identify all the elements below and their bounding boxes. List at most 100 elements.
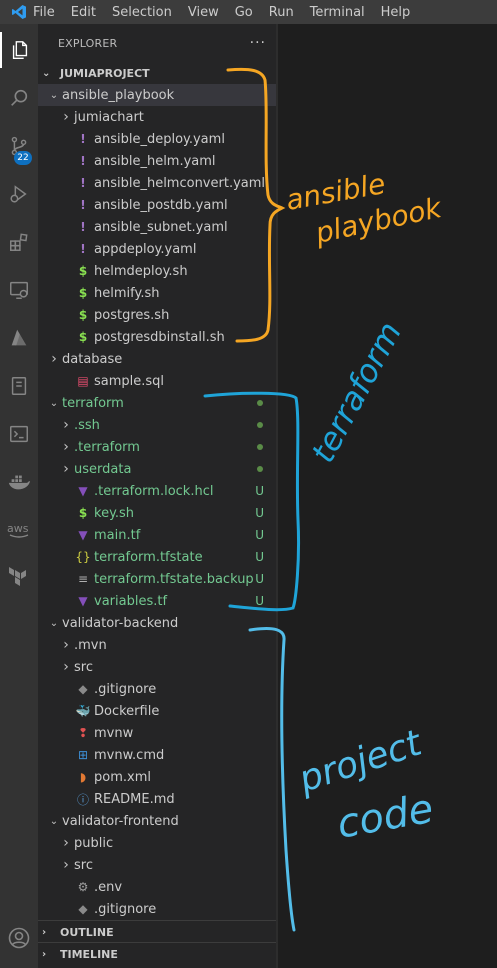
folder-item[interactable]: › .ssh — [38, 414, 278, 436]
chevron-right-icon: › — [63, 857, 69, 873]
folder-item[interactable]: › src — [38, 854, 278, 876]
item-label: ansible_helmconvert.yaml — [94, 175, 266, 191]
file-item[interactable]: $ helmify.sh — [38, 282, 278, 304]
folder-item[interactable]: ⌄ validator-frontend — [38, 810, 278, 832]
azure-icon[interactable] — [0, 320, 38, 356]
file-item[interactable]: ❢ mvnw — [38, 722, 278, 744]
project-section[interactable]: ⌄ JUMIAPROJECT — [38, 62, 278, 84]
menu-view[interactable]: View — [188, 5, 219, 20]
file-item[interactable]: ⚙ .env — [38, 876, 278, 898]
file-item[interactable]: ⓘ README.md — [38, 788, 278, 810]
menu-bar: File Edit Selection View Go Run Terminal… — [0, 0, 497, 24]
file-type-icon: ! — [80, 198, 86, 212]
folder-item[interactable]: ⌄ terraform — [38, 392, 278, 414]
file-type-icon: $ — [78, 506, 88, 520]
item-label: terraform.tfstate.backup — [94, 571, 254, 587]
explorer-icon[interactable] — [0, 32, 38, 68]
chevron-right-icon: › — [42, 948, 47, 960]
item-label: .gitignore — [94, 901, 157, 917]
folder-item[interactable]: ⌄ ansible_playbook — [38, 84, 278, 106]
file-item[interactable]: ! ansible_postdb.yaml — [38, 194, 278, 216]
file-type-icon: ! — [80, 132, 86, 146]
item-label: .gitignore — [94, 681, 157, 697]
file-item[interactable]: ! ansible_helmconvert.yaml — [38, 172, 278, 194]
explorer-sidebar: EXPLORER ··· ⌄ JUMIAPROJECT ⌄ ansible_pla… — [38, 24, 278, 968]
account-icon[interactable] — [0, 920, 38, 956]
file-type-icon: ! — [80, 242, 86, 256]
run-debug-icon[interactable] — [0, 176, 38, 212]
file-item[interactable]: ▼ main.tf U — [38, 524, 278, 546]
file-item[interactable]: ! ansible_helm.yaml — [38, 150, 278, 172]
item-label: .terraform.lock.hcl — [94, 483, 214, 499]
item-label: helmify.sh — [94, 285, 160, 301]
file-item[interactable]: $ postgresdbinstall.sh — [38, 326, 278, 348]
file-item[interactable]: $ postgres.sh — [38, 304, 278, 326]
folder-item[interactable]: › .terraform — [38, 436, 278, 458]
menu-terminal[interactable]: Terminal — [310, 5, 365, 20]
folder-item[interactable]: › .mvn — [38, 634, 278, 656]
file-item[interactable]: ◗ pom.xml — [38, 766, 278, 788]
file-item[interactable]: ! ansible_deploy.yaml — [38, 128, 278, 150]
file-item[interactable]: ⊞ mvnw.cmd — [38, 744, 278, 766]
menu-edit[interactable]: Edit — [71, 5, 96, 20]
folder-item[interactable]: › jumiachart — [38, 106, 278, 128]
outline-section[interactable]: › OUTLINE — [38, 920, 278, 943]
remote-explorer-icon[interactable] — [0, 272, 38, 308]
notebook-icon[interactable] — [0, 368, 38, 404]
folder-item[interactable]: › src — [38, 656, 278, 678]
timeline-section[interactable]: › TIMELINE — [38, 942, 278, 965]
file-item[interactable]: ≡ terraform.tfstate.backup U — [38, 568, 278, 590]
item-label: pom.xml — [94, 769, 151, 785]
file-item[interactable]: ▼ variables.tf U — [38, 590, 278, 612]
source-control-icon[interactable]: 22 — [0, 128, 38, 165]
outline-title: OUTLINE — [60, 925, 114, 939]
item-label: jumiachart — [74, 109, 144, 125]
item-label: database — [62, 351, 123, 367]
file-item[interactable]: ! appdeploy.yaml — [38, 238, 278, 260]
file-item[interactable]: ! ansible_subnet.yaml — [38, 216, 278, 238]
docker-icon[interactable] — [0, 464, 38, 500]
terraform-icon[interactable] — [0, 560, 38, 596]
extensions-icon[interactable] — [0, 224, 38, 260]
untracked-badge: U — [255, 484, 264, 498]
search-icon[interactable] — [0, 80, 38, 116]
menu-file[interactable]: File — [33, 5, 55, 20]
item-label: .ssh — [74, 417, 100, 433]
menu-selection[interactable]: Selection — [112, 5, 172, 20]
file-item[interactable]: 🐳 Dockerfile — [38, 700, 278, 722]
file-item[interactable]: ▤ sample.sql — [38, 370, 278, 392]
file-item[interactable]: ▼ .terraform.lock.hcl U — [38, 480, 278, 502]
menu-run[interactable]: Run — [269, 5, 294, 20]
file-item[interactable]: $ key.sh U — [38, 502, 278, 524]
folder-item[interactable]: › public — [38, 832, 278, 854]
chevron-right-icon: › — [42, 926, 47, 938]
menu-go[interactable]: Go — [235, 5, 253, 20]
file-item[interactable]: $ helmdeploy.sh — [38, 260, 278, 282]
file-item[interactable]: ◆ .gitignore — [38, 898, 278, 920]
item-label: terraform — [62, 395, 124, 411]
file-item[interactable]: {} terraform.tfstate U — [38, 546, 278, 568]
file-type-icon: ⚙ — [77, 880, 89, 894]
item-label: .terraform — [74, 439, 140, 455]
chevron-down-icon: ⌄ — [49, 397, 59, 409]
folder-item[interactable]: › userdata — [38, 458, 278, 480]
terminal-icon[interactable] — [0, 416, 38, 452]
chevron-right-icon: › — [63, 417, 69, 433]
folder-item[interactable]: ⌄ validator-backend — [38, 612, 278, 634]
file-tree: ⌄ ansible_playbook › jumiachart! ansible_dep… — [38, 84, 278, 920]
file-item[interactable]: ◆ .gitignore — [38, 678, 278, 700]
menu-help[interactable]: Help — [381, 5, 411, 20]
file-type-icon: ▼ — [78, 594, 88, 608]
item-label: README.md — [94, 791, 175, 807]
item-label: ansible_helm.yaml — [94, 153, 216, 169]
item-label: .env — [94, 879, 123, 895]
folder-item[interactable]: › database — [38, 348, 278, 370]
more-actions-icon[interactable]: ··· — [250, 35, 266, 51]
file-type-icon: $ — [78, 264, 88, 278]
aws-icon[interactable]: aws — [0, 512, 38, 548]
item-label: mvnw — [94, 725, 134, 741]
modified-dot-icon — [257, 400, 263, 406]
file-type-icon: $ — [78, 308, 88, 322]
file-type-icon: ◗ — [79, 770, 87, 784]
activity-bar: 22 aws — [0, 24, 38, 968]
